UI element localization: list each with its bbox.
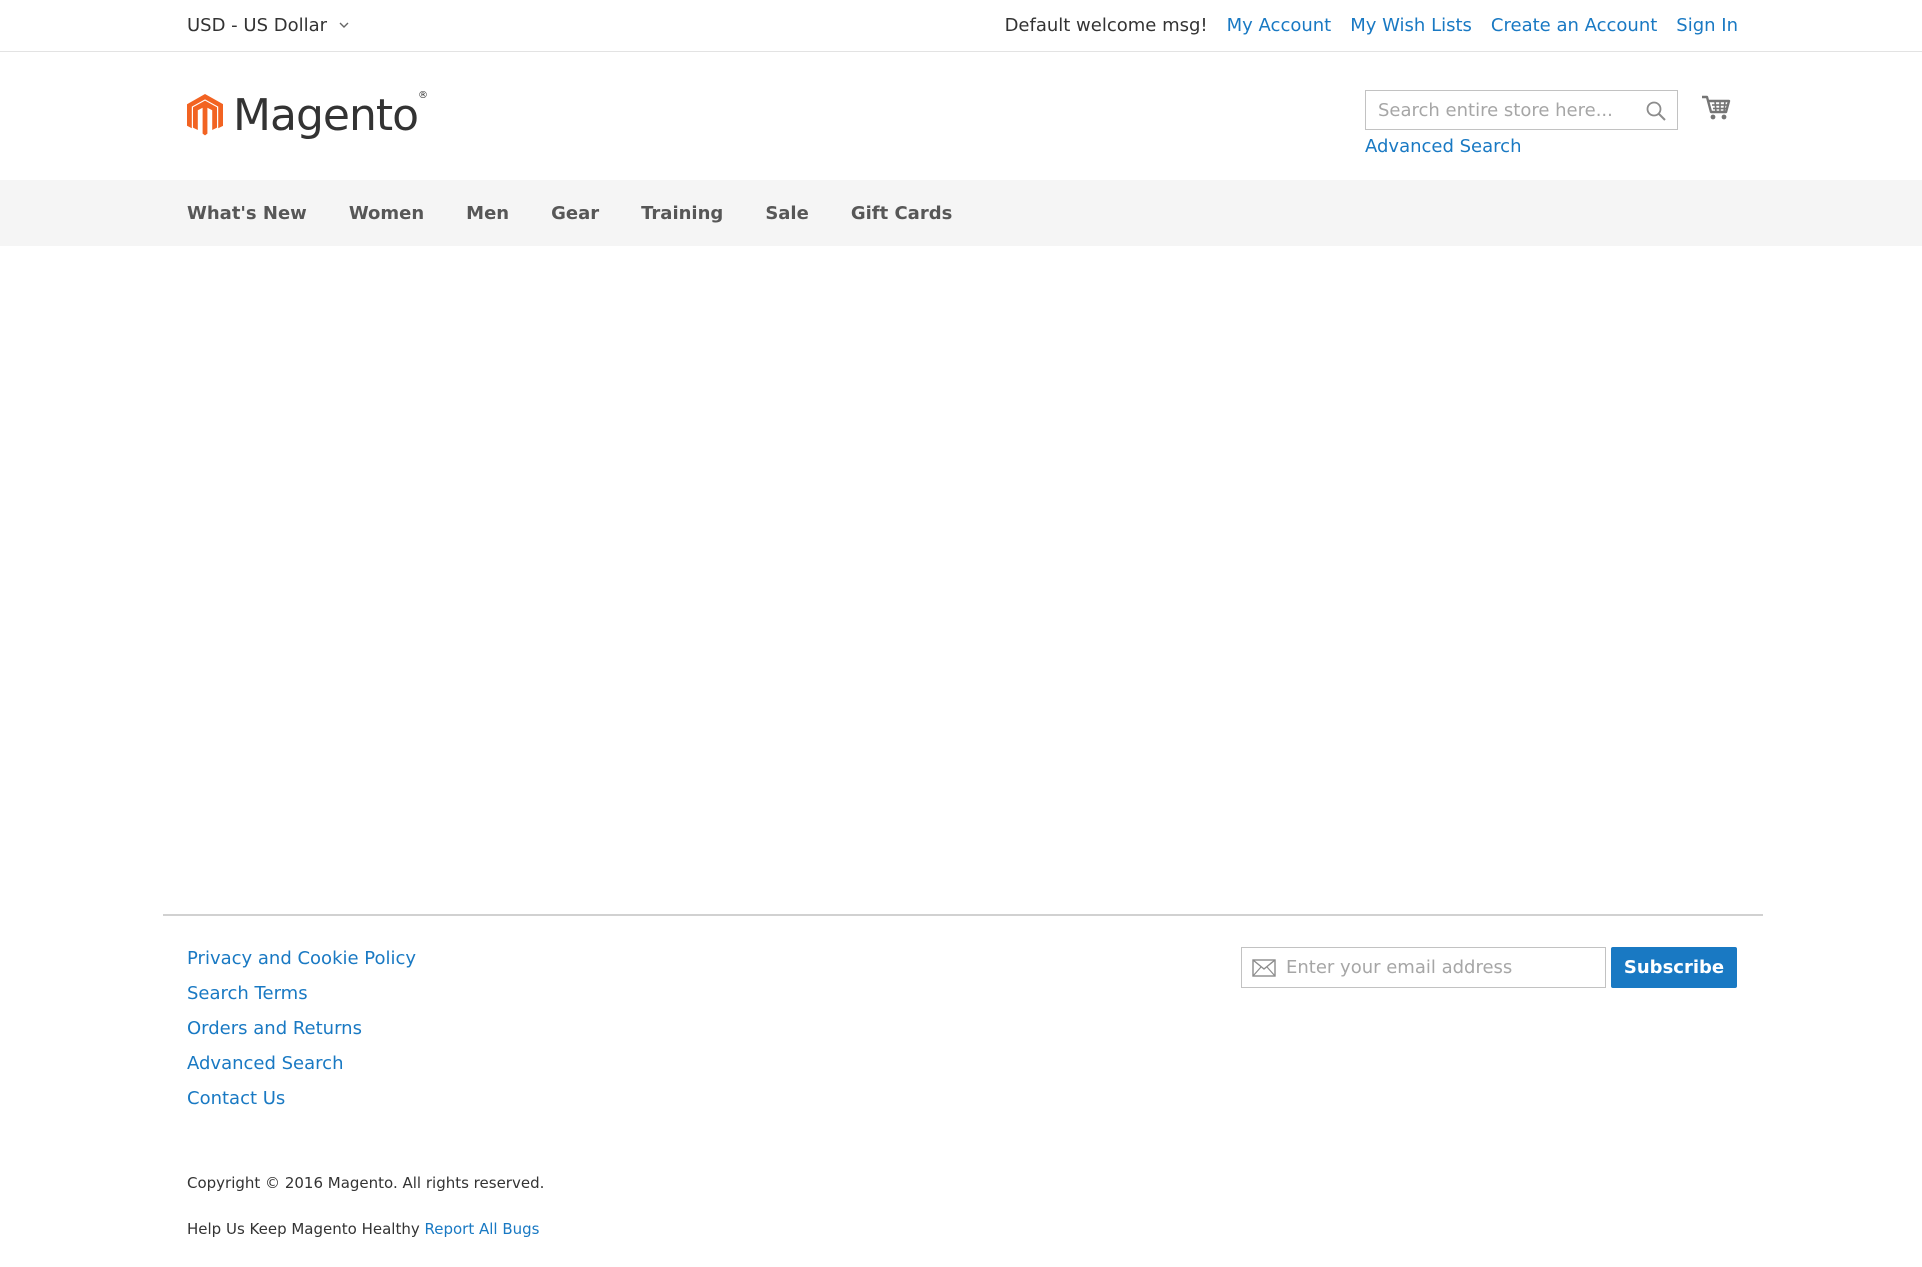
footer-advanced-search-link[interactable]: Advanced Search <box>187 1053 343 1074</box>
report-bugs-link[interactable]: Report All Bugs <box>425 1220 540 1238</box>
contact-us-link[interactable]: Contact Us <box>187 1088 285 1109</box>
newsletter-email-input[interactable] <box>1242 948 1605 987</box>
advanced-search-link[interactable]: Advanced Search <box>1365 136 1521 157</box>
search-input[interactable] <box>1366 91 1677 129</box>
report-bugs-notice: Help Us Keep Magento Healthy Report All … <box>187 1220 540 1238</box>
create-account-link[interactable]: Create an Account <box>1491 15 1657 36</box>
copyright-text: Copyright © 2016 Magento. All rights res… <box>187 1174 545 1192</box>
footer-links: Privacy and Cookie Policy Search Terms O… <box>187 948 416 1123</box>
footer-divider <box>163 914 1763 916</box>
logo-text: Magento® <box>233 89 428 141</box>
footer-link-item: Orders and Returns <box>187 1018 416 1053</box>
envelope-icon <box>1252 959 1276 977</box>
my-wish-lists-link[interactable]: My Wish Lists <box>1350 15 1472 36</box>
sign-in-link[interactable]: Sign In <box>1676 15 1738 36</box>
nav-item-whats-new[interactable]: What's New <box>187 203 307 224</box>
welcome-message: Default welcome msg! <box>1004 14 1208 36</box>
cart-icon[interactable] <box>1700 92 1732 124</box>
currency-label: USD - US Dollar <box>187 14 328 36</box>
search-form <box>1365 90 1678 130</box>
currency-switcher[interactable]: USD - US Dollar <box>187 13 351 37</box>
orders-returns-link[interactable]: Orders and Returns <box>187 1018 362 1039</box>
main-navigation: What's New Women Men Gear Training Sale … <box>0 180 1922 246</box>
nav-item-men[interactable]: Men <box>466 203 509 224</box>
footer-link-item: Privacy and Cookie Policy <box>187 948 416 983</box>
footer-link-item: Advanced Search <box>187 1053 416 1088</box>
nav-item-gift-cards[interactable]: Gift Cards <box>851 203 952 224</box>
header-links: Default welcome msg! My Account My Wish … <box>1005 12 1738 38</box>
nav-item-gear[interactable]: Gear <box>551 203 599 224</box>
header-panel: USD - US Dollar Default welcome msg! My … <box>0 0 1922 52</box>
footer-link-item: Search Terms <box>187 983 416 1018</box>
chevron-down-icon <box>339 22 349 28</box>
subscribe-button[interactable]: Subscribe <box>1611 947 1737 988</box>
search-icon[interactable] <box>1645 100 1667 122</box>
newsletter-field <box>1241 947 1606 988</box>
my-account-link[interactable]: My Account <box>1227 15 1332 36</box>
nav-item-women[interactable]: Women <box>349 203 424 224</box>
footer-link-item: Contact Us <box>187 1088 416 1123</box>
report-bugs-text: Help Us Keep Magento Healthy <box>187 1220 420 1238</box>
magento-logo-icon <box>187 93 224 136</box>
logo[interactable]: Magento® <box>187 79 428 151</box>
search-terms-link[interactable]: Search Terms <box>187 983 308 1004</box>
privacy-policy-link[interactable]: Privacy and Cookie Policy <box>187 948 416 969</box>
nav-item-sale[interactable]: Sale <box>765 203 809 224</box>
nav-item-training[interactable]: Training <box>641 203 723 224</box>
